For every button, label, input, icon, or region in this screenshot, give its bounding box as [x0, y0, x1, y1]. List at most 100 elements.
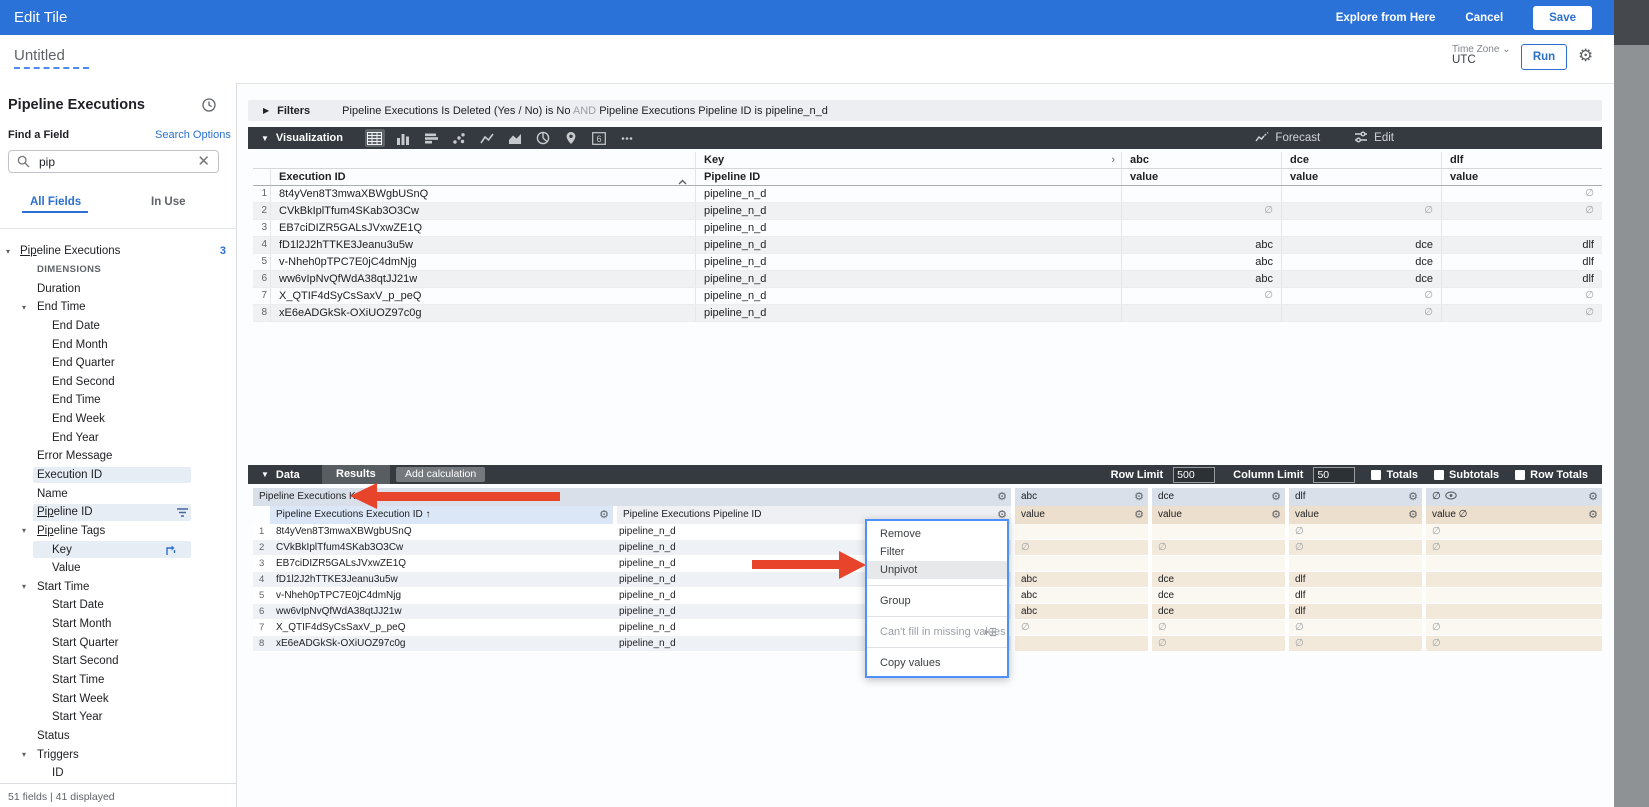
measure-column-header[interactable]: value [1121, 169, 1281, 185]
menu-item-unpivot[interactable]: Unpivot [867, 561, 1007, 579]
eye-icon[interactable] [1445, 489, 1457, 506]
table-chart-icon[interactable] [365, 129, 385, 147]
results-pivot-value-header[interactable]: dlf⚙ [1285, 488, 1422, 506]
value-cell[interactable] [1281, 186, 1441, 202]
value-cell[interactable]: ∅ [1422, 620, 1602, 636]
value-cell[interactable] [1121, 305, 1281, 321]
results-measure-header[interactable]: value⚙ [1148, 506, 1285, 524]
cancel-button[interactable]: Cancel [1465, 12, 1503, 24]
value-cell[interactable]: ∅ [1441, 288, 1602, 304]
gear-icon[interactable]: ⚙ [1134, 488, 1144, 506]
value-cell[interactable]: dlf [1285, 572, 1422, 588]
scatter-chart-icon[interactable] [449, 129, 469, 147]
edit-viz-button[interactable]: Edit [1354, 131, 1394, 146]
pipeline-id-cell[interactable]: pipeline_n_d [695, 288, 1121, 304]
pivot-icon[interactable] [164, 544, 177, 556]
value-cell[interactable] [1148, 556, 1285, 572]
clear-search-icon[interactable]: ✕ [197, 157, 210, 167]
value-cell[interactable]: abc [1121, 237, 1281, 253]
value-cell[interactable] [1285, 556, 1422, 572]
execution-id-cell[interactable]: CVkBkIplTfum4SKab3O3Cw [270, 203, 695, 219]
tile-title-editable[interactable]: Untitled [14, 47, 89, 69]
sidebar-field-start-time[interactable]: Start Time [0, 671, 237, 690]
pipeline-id-cell[interactable]: pipeline_n_d [695, 305, 1121, 321]
value-cell[interactable]: dlf [1441, 237, 1602, 253]
pivot-value-header[interactable]: dlf [1441, 152, 1602, 168]
gear-icon[interactable]: ⚙ [997, 488, 1007, 506]
value-cell[interactable]: ∅ [1011, 540, 1148, 556]
pipeline-id-cell[interactable]: pipeline_n_d [695, 203, 1121, 219]
value-cell[interactable]: ∅ [1285, 524, 1422, 540]
search-input[interactable] [37, 154, 197, 170]
history-icon[interactable] [201, 97, 217, 118]
pivot-value-header[interactable]: dce [1281, 152, 1441, 168]
results-measure-header[interactable]: value⚙ [1011, 506, 1148, 524]
sidebar-field-name[interactable]: Name [0, 484, 237, 503]
value-cell[interactable]: ∅ [1281, 203, 1441, 219]
sidebar-field-start-year[interactable]: Start Year [0, 708, 237, 727]
totals-checkbox[interactable] [1371, 470, 1381, 480]
tab-in-use[interactable]: In Use [151, 196, 186, 208]
filters-bar[interactable]: ▶ Filters Pipeline Executions Is Deleted… [248, 100, 1602, 121]
menu-item-filter[interactable]: Filter [867, 543, 1007, 561]
execution-id-cell[interactable]: X_QTIF4dSyCsSaxV_p_peQ [270, 620, 613, 636]
value-cell[interactable]: ∅ [1422, 636, 1602, 652]
gear-icon[interactable]: ⚙ [1134, 506, 1144, 524]
sidebar-field-error-message[interactable]: Error Message [0, 447, 237, 466]
execution-id-cell[interactable]: EB7ciDIZR5GALsJVxwZE1Q [270, 556, 613, 572]
value-cell[interactable]: ∅ [1441, 203, 1602, 219]
value-cell[interactable]: ∅ [1285, 636, 1422, 652]
column-header-pipeline-id[interactable]: Pipeline ID [695, 169, 1121, 185]
column-chart-icon[interactable] [393, 129, 413, 147]
pipeline-id-cell[interactable]: pipeline_n_d [695, 220, 1121, 236]
gear-icon[interactable]: ⚙ [1271, 506, 1281, 524]
sidebar-field-start-month[interactable]: Start Month [0, 615, 237, 634]
value-cell[interactable]: dce [1148, 604, 1285, 620]
execution-id-cell[interactable]: 8t4yVen8T3mwaXBWgbUSnQ [270, 524, 613, 540]
value-cell[interactable]: abc [1011, 588, 1148, 604]
line-chart-icon[interactable] [477, 129, 497, 147]
value-cell[interactable]: ∅ [1121, 203, 1281, 219]
gear-icon[interactable]: ⚙ [1408, 506, 1418, 524]
area-chart-icon[interactable] [505, 129, 525, 147]
value-cell[interactable] [1011, 636, 1148, 652]
tab-all-fields[interactable]: All Fields [30, 196, 81, 208]
value-cell[interactable] [1422, 604, 1602, 620]
value-cell[interactable]: abc [1011, 604, 1148, 620]
sidebar-field-key[interactable]: Key [0, 540, 237, 559]
row-totals-checkbox[interactable] [1515, 470, 1525, 480]
menu-item-remove[interactable]: Remove [867, 525, 1007, 543]
value-cell[interactable]: ∅ [1441, 305, 1602, 321]
measure-column-header[interactable]: value [1281, 169, 1441, 185]
gear-icon[interactable]: ⚙ [1578, 46, 1593, 66]
gear-icon[interactable]: ⚙ [1271, 488, 1281, 506]
subtotals-checkbox[interactable] [1434, 470, 1444, 480]
sidebar-field-value[interactable]: Value [0, 559, 237, 578]
value-cell[interactable]: dce [1281, 237, 1441, 253]
sidebar-field-pipeline-executions[interactable]: ▾Pipeline Executions3 [0, 242, 237, 261]
value-cell[interactable]: dce [1148, 588, 1285, 604]
search-options-link[interactable]: Search Options [155, 129, 231, 141]
more-viz-icon[interactable] [617, 129, 637, 147]
value-cell[interactable]: dlf [1285, 588, 1422, 604]
value-cell[interactable]: abc [1121, 254, 1281, 270]
sidebar-field-start-date[interactable]: Start Date [0, 596, 237, 615]
sidebar-field-end-date[interactable]: End Date [0, 317, 237, 336]
sidebar-field-end-time[interactable]: End Time [0, 391, 237, 410]
menu-item-group[interactable]: Group [867, 592, 1007, 610]
gear-icon[interactable]: ⚙ [1408, 488, 1418, 506]
filter-icon[interactable] [176, 507, 189, 518]
results-pivot-value-header[interactable]: dce⚙ [1148, 488, 1285, 506]
value-cell[interactable] [1441, 220, 1602, 236]
value-cell[interactable] [1148, 524, 1285, 540]
value-cell[interactable] [1422, 588, 1602, 604]
pivot-value-header[interactable]: abc [1121, 152, 1281, 168]
execution-id-cell[interactable]: X_QTIF4dSyCsSaxV_p_peQ [270, 288, 695, 304]
value-cell[interactable]: dce [1281, 254, 1441, 270]
chevron-right-icon[interactable]: › [1111, 152, 1115, 168]
value-cell[interactable]: dce [1281, 271, 1441, 287]
results-header-execution-id[interactable]: Pipeline Executions Execution ID ↑⚙ [270, 506, 613, 524]
value-cell[interactable]: dlf [1441, 271, 1602, 287]
value-cell[interactable]: ∅ [1285, 540, 1422, 556]
sidebar-field-id[interactable]: ID [0, 764, 237, 783]
